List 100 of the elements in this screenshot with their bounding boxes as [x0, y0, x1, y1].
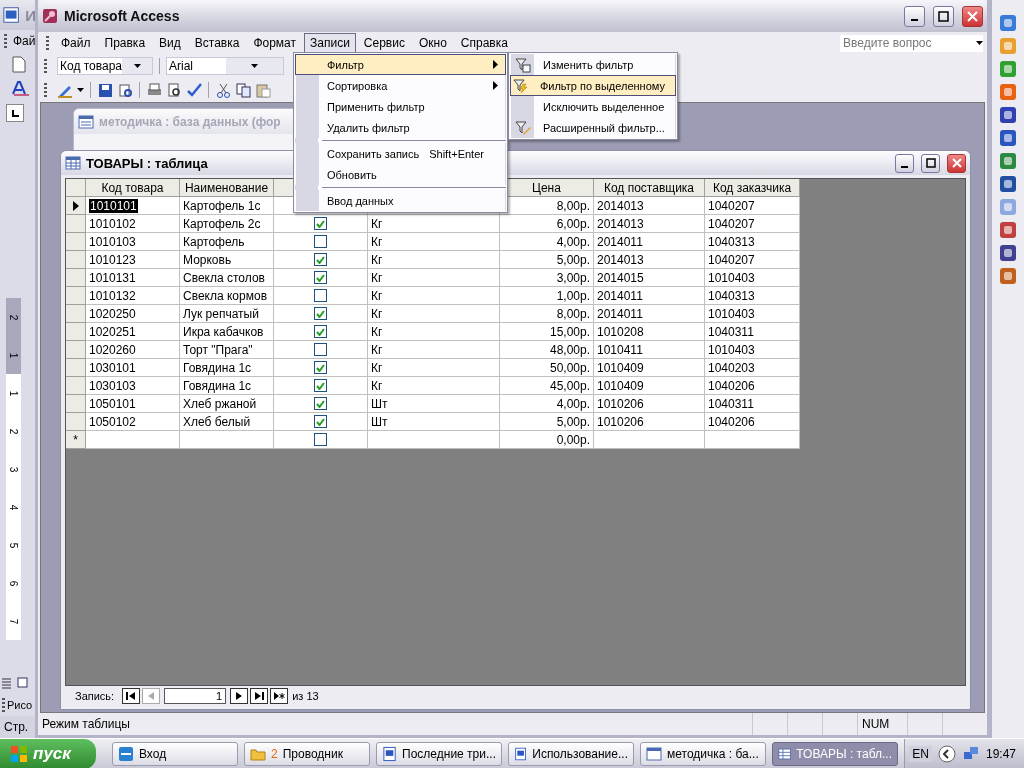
maximize-button[interactable] — [933, 5, 954, 27]
menu-item[interactable]: Формат — [247, 33, 303, 53]
menu-item[interactable]: Сохранить запись Shift+Enter — [295, 143, 506, 164]
table-cell: 1010102 — [86, 215, 180, 233]
menu-item[interactable]: Сортировка — [295, 75, 506, 96]
menu-item[interactable]: Исключить выделенное — [510, 96, 676, 117]
new-record-button[interactable] — [270, 688, 289, 704]
check-icon — [316, 219, 325, 228]
app-shortcut-icon[interactable] — [999, 221, 1017, 239]
menu-item[interactable]: Справка — [454, 33, 514, 53]
copy-icon[interactable] — [235, 82, 251, 98]
font-combo-box[interactable]: Arial — [166, 57, 284, 75]
minimize-button[interactable] — [895, 153, 914, 173]
next-record-button[interactable] — [230, 688, 249, 704]
language-indicator[interactable]: EN — [909, 746, 932, 762]
menu-item[interactable]: Фай — [13, 34, 36, 48]
status-text: Режим таблицы — [42, 717, 130, 731]
column-header[interactable]: Код товара — [86, 179, 180, 197]
menu-item[interactable]: Изменить фильтр — [510, 54, 676, 75]
toolbar-label[interactable]: Рисо — [7, 699, 33, 711]
app-shortcut-icon[interactable] — [999, 175, 1017, 193]
checkbox[interactable] — [314, 379, 327, 392]
menu-item[interactable]: Вид — [153, 33, 187, 53]
spellcheck-icon[interactable] — [186, 82, 202, 98]
checkbox[interactable] — [314, 433, 327, 446]
checkbox[interactable] — [314, 325, 327, 338]
preview-icon[interactable] — [166, 82, 182, 98]
checkbox[interactable] — [314, 289, 327, 302]
help-search-field[interactable]: Введите вопрос — [840, 34, 983, 52]
maximize-button[interactable] — [921, 153, 940, 173]
menu-item[interactable]: Ввод данных — [295, 190, 506, 211]
checkbox[interactable] — [314, 397, 327, 410]
app-shortcut-icon[interactable] — [999, 106, 1017, 124]
caret-icon[interactable] — [251, 64, 258, 68]
taskbar-button[interactable]: Вход — [112, 742, 238, 766]
tab-stop-icon — [10, 108, 20, 118]
close-button[interactable] — [947, 153, 966, 173]
checkbox[interactable] — [314, 415, 327, 428]
menu-item[interactable]: Применить фильтр — [295, 96, 506, 117]
column-header[interactable]: Код поставщика — [594, 179, 705, 197]
menu-item[interactable]: Фильтр по выделенному — [510, 75, 676, 96]
tab-stop-button[interactable] — [6, 104, 24, 122]
menu-item[interactable]: Вставка — [188, 33, 246, 53]
table-cell: 1040311 — [705, 323, 800, 341]
checkbox[interactable] — [314, 361, 327, 374]
menu-item[interactable]: Сервис — [357, 33, 411, 53]
menu-item[interactable]: Записи — [304, 33, 356, 53]
menu-item[interactable]: Правка — [98, 33, 152, 53]
table-cell: Торт "Прага" — [180, 341, 274, 359]
table-cell: 6,00р. — [500, 215, 594, 233]
taskbar-button[interactable]: методичка : ба... — [640, 742, 766, 766]
last-record-button[interactable] — [250, 688, 269, 704]
table-cell: 1040313 — [705, 287, 800, 305]
view-icon[interactable] — [0, 676, 30, 690]
new-document-icon[interactable] — [12, 55, 26, 73]
menu-item[interactable]: Фильтр — [295, 54, 506, 75]
app-shortcut-icon[interactable] — [999, 14, 1017, 32]
checkbox[interactable] — [314, 343, 327, 356]
checkbox[interactable] — [314, 271, 327, 284]
ruler-number: 2 — [8, 428, 19, 434]
first-record-button[interactable] — [122, 688, 141, 704]
record-number-field[interactable]: 1 — [164, 688, 227, 704]
app-shortcut-icon[interactable] — [999, 152, 1017, 170]
chevron-icon[interactable] — [937, 745, 956, 763]
caret-icon[interactable] — [133, 64, 141, 68]
taskbar-button[interactable]: Использование... — [508, 742, 634, 766]
app-shortcut-icon[interactable] — [999, 267, 1017, 285]
column-header[interactable]: Код заказчика — [705, 179, 800, 197]
app-shortcut-icon[interactable] — [999, 129, 1017, 147]
minimize-button[interactable] — [904, 5, 925, 27]
menu-item[interactable]: Расширенный фильтр... — [510, 117, 676, 138]
table-cell: Икра кабачков — [180, 323, 274, 341]
save-icon[interactable] — [97, 82, 113, 98]
caret-icon[interactable] — [77, 88, 84, 92]
checkbox[interactable] — [314, 235, 327, 248]
column-header[interactable]: Наименование — [180, 179, 274, 197]
record-selector[interactable]: * — [66, 431, 86, 449]
checkbox[interactable] — [314, 217, 327, 230]
menu-item[interactable]: Окно — [412, 33, 453, 53]
style-icon[interactable] — [12, 80, 30, 96]
table-cell: 50,00р. — [500, 359, 594, 377]
table-cell: Кг — [368, 215, 500, 233]
submenu-arrow-icon — [492, 81, 498, 90]
corner-cell[interactable] — [66, 179, 86, 197]
taskbar-button[interactable]: 2 Проводник — [244, 742, 370, 766]
table-cell: 1040207 — [705, 251, 800, 269]
app-shortcut-icon[interactable] — [999, 244, 1017, 262]
print-icon[interactable] — [146, 82, 162, 98]
menu-item[interactable]: Удалить фильтр — [295, 117, 506, 138]
menu-item[interactable]: Файл — [55, 33, 97, 53]
properties-icon[interactable] — [117, 82, 133, 98]
close-button[interactable] — [962, 5, 983, 27]
taskbar-button[interactable]: Последние три... — [376, 742, 502, 766]
menu-item[interactable]: Обновить — [295, 164, 506, 185]
cut-icon[interactable] — [215, 82, 231, 98]
paste-icon[interactable] — [255, 82, 271, 98]
field-combo-box[interactable]: Код товара — [57, 57, 153, 75]
checkbox[interactable] — [314, 307, 327, 320]
checkbox[interactable] — [314, 253, 327, 266]
record-selector[interactable] — [66, 197, 86, 215]
